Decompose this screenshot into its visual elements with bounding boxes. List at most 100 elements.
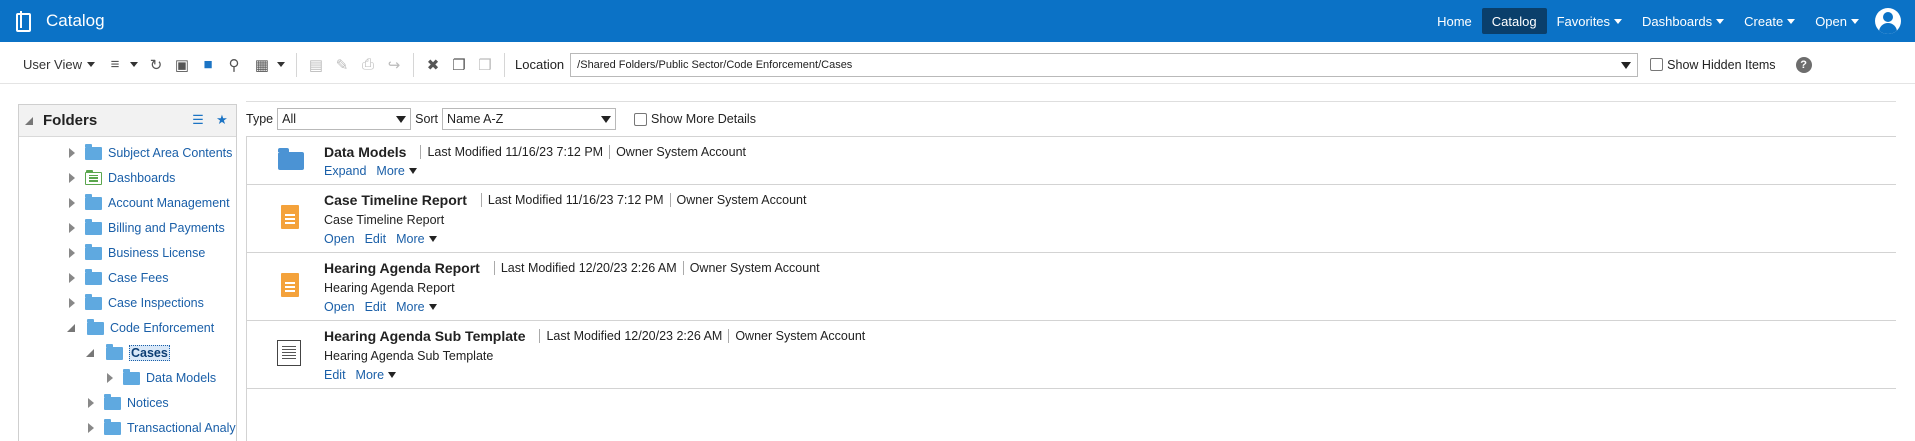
tree-item-cases[interactable]: Cases <box>86 343 170 363</box>
report-icon[interactable] <box>281 205 299 229</box>
item-modified: 11/16/23 7:12 PM <box>505 145 604 159</box>
type-label: Type <box>246 112 274 126</box>
tree-item-transactional-analysis[interactable]: Transactional Analysis <box>88 418 236 438</box>
collapse-icon[interactable] <box>86 349 94 357</box>
item-owner: System Account <box>716 193 807 207</box>
item-name[interactable]: Data Models <box>324 144 406 160</box>
expand-icon[interactable] <box>69 248 75 258</box>
refresh-icon[interactable]: ↻ <box>146 55 166 75</box>
folder-icon <box>85 243 102 260</box>
nav-catalog[interactable]: Catalog <box>1481 8 1547 34</box>
expand-icon[interactable] <box>69 198 75 208</box>
edit-link[interactable]: Edit <box>365 232 387 246</box>
collapse-panel-icon[interactable] <box>25 116 33 125</box>
tree-item-account-management[interactable]: Account Management <box>69 193 230 213</box>
more-menu[interactable]: More <box>396 300 437 314</box>
user-view-dropdown[interactable]: User View <box>18 53 100 77</box>
checkbox-box[interactable] <box>1650 58 1664 71</box>
nav-open[interactable]: Open <box>1805 8 1869 34</box>
chevron-down-icon <box>1787 18 1796 24</box>
expand-link[interactable]: Expand <box>324 164 366 178</box>
delete-icon[interactable]: ✖ <box>423 55 443 75</box>
checkbox-box[interactable] <box>634 112 648 126</box>
report-icon[interactable] <box>281 273 299 297</box>
share-icon[interactable]: ↪ <box>384 55 404 75</box>
view-dropdown[interactable]: ▦ <box>247 53 290 77</box>
upload-icon[interactable]: ▤ <box>306 55 326 75</box>
new-folder-icon[interactable]: ▣ <box>172 55 192 75</box>
sub-template-icon[interactable] <box>277 340 301 366</box>
folders-panel-header: Folders ☰ ★ <box>19 105 236 137</box>
open-link[interactable]: Open <box>324 232 355 246</box>
location-field[interactable]: /Shared Folders/Public Sector/Code Enfor… <box>570 52 1639 77</box>
chevron-down-icon <box>388 372 397 378</box>
chevron-down-icon[interactable] <box>1621 61 1632 69</box>
expand-icon[interactable] <box>88 423 94 433</box>
print-icon[interactable]: ⎙ <box>358 55 378 75</box>
folder-icon <box>87 318 104 335</box>
global-nav: Home Catalog Favorites Dashboards Create… <box>1427 0 1915 42</box>
tree-view-icon[interactable]: ☰ <box>190 112 206 128</box>
more-menu[interactable]: More <box>356 368 397 382</box>
app-header: Catalog Home Catalog Favorites Dashboard… <box>0 0 1915 42</box>
folders-title: Folders <box>43 112 98 129</box>
chevron-down-icon <box>87 62 96 67</box>
expand-icon[interactable] <box>69 223 75 233</box>
tree-item-dashboards[interactable]: Dashboards <box>69 168 175 188</box>
help-icon[interactable]: ? <box>1795 56 1812 73</box>
show-hidden-items-checkbox[interactable]: Show Hidden Items <box>1650 58 1776 72</box>
sort-select[interactable]: Name A-Z <box>442 108 617 130</box>
collapse-icon[interactable] <box>67 324 75 332</box>
folder-icon[interactable] <box>278 148 304 170</box>
expand-icon[interactable] <box>88 398 94 408</box>
item-name[interactable]: Hearing Agenda Sub Template <box>324 328 525 344</box>
folder-icon <box>85 143 102 160</box>
catalog-icon <box>14 11 32 32</box>
grid-view-icon: ▦ <box>254 56 270 74</box>
item-owner: System Account <box>775 329 866 343</box>
nav-home[interactable]: Home <box>1427 8 1482 34</box>
search-icon[interactable]: ⚲ <box>224 55 244 75</box>
open-folder-icon[interactable]: ■ <box>198 55 218 75</box>
sort-dropdown[interactable]: ≡ <box>100 53 143 77</box>
item-name[interactable]: Case Timeline Report <box>324 192 467 208</box>
item-modified: 11/16/23 7:12 PM <box>565 193 664 207</box>
nav-favorites[interactable]: Favorites <box>1547 8 1632 34</box>
list-item: Case Timeline Report Last Modified 11/16… <box>246 184 1896 252</box>
type-select[interactable]: All <box>277 108 412 130</box>
tree-item-case-fees[interactable]: Case Fees <box>69 268 168 288</box>
expand-icon[interactable] <box>69 298 75 308</box>
favorite-folder-icon[interactable]: ★ <box>214 112 230 128</box>
more-menu[interactable]: More <box>376 164 417 178</box>
tree-item-code-enforcement[interactable]: Code Enforcement <box>67 318 214 338</box>
folder-icon <box>85 218 102 235</box>
tree-item-notices[interactable]: Notices <box>88 393 169 413</box>
more-menu[interactable]: More <box>396 232 437 246</box>
expand-icon[interactable] <box>69 273 75 283</box>
tree-item-case-inspections[interactable]: Case Inspections <box>69 293 204 313</box>
item-name[interactable]: Hearing Agenda Report <box>324 260 480 276</box>
edit-link[interactable]: Edit <box>324 368 346 382</box>
tree-item-billing-and-payments[interactable]: Billing and Payments <box>69 218 225 238</box>
expand-icon[interactable] <box>107 373 113 383</box>
nav-dashboards[interactable]: Dashboards <box>1632 8 1734 34</box>
chevron-down-icon <box>1614 18 1623 24</box>
edit-link[interactable]: Edit <box>365 300 387 314</box>
expand-icon[interactable] <box>69 173 75 183</box>
sort-label: Sort <box>415 112 439 126</box>
edit-icon[interactable]: ✎ <box>332 55 352 75</box>
show-more-details-checkbox[interactable]: Show More Details <box>634 112 756 126</box>
copy-icon[interactable]: ❐ <box>449 55 469 75</box>
tree-item-subject-area-contents[interactable]: Subject Area Contents <box>69 143 232 163</box>
chevron-down-icon <box>428 236 437 242</box>
expand-icon[interactable] <box>69 148 75 158</box>
item-owner: System Account <box>656 145 747 159</box>
user-avatar-icon[interactable] <box>1875 8 1901 34</box>
app-title: Catalog <box>46 11 105 30</box>
open-link[interactable]: Open <box>324 300 355 314</box>
tree-item-business-license[interactable]: Business License <box>69 243 205 263</box>
nav-create[interactable]: Create <box>1734 8 1805 34</box>
folder-icon <box>85 193 102 210</box>
tree-item-data-models[interactable]: Data Models <box>107 368 216 388</box>
paste-icon[interactable]: ❒ <box>475 55 495 75</box>
